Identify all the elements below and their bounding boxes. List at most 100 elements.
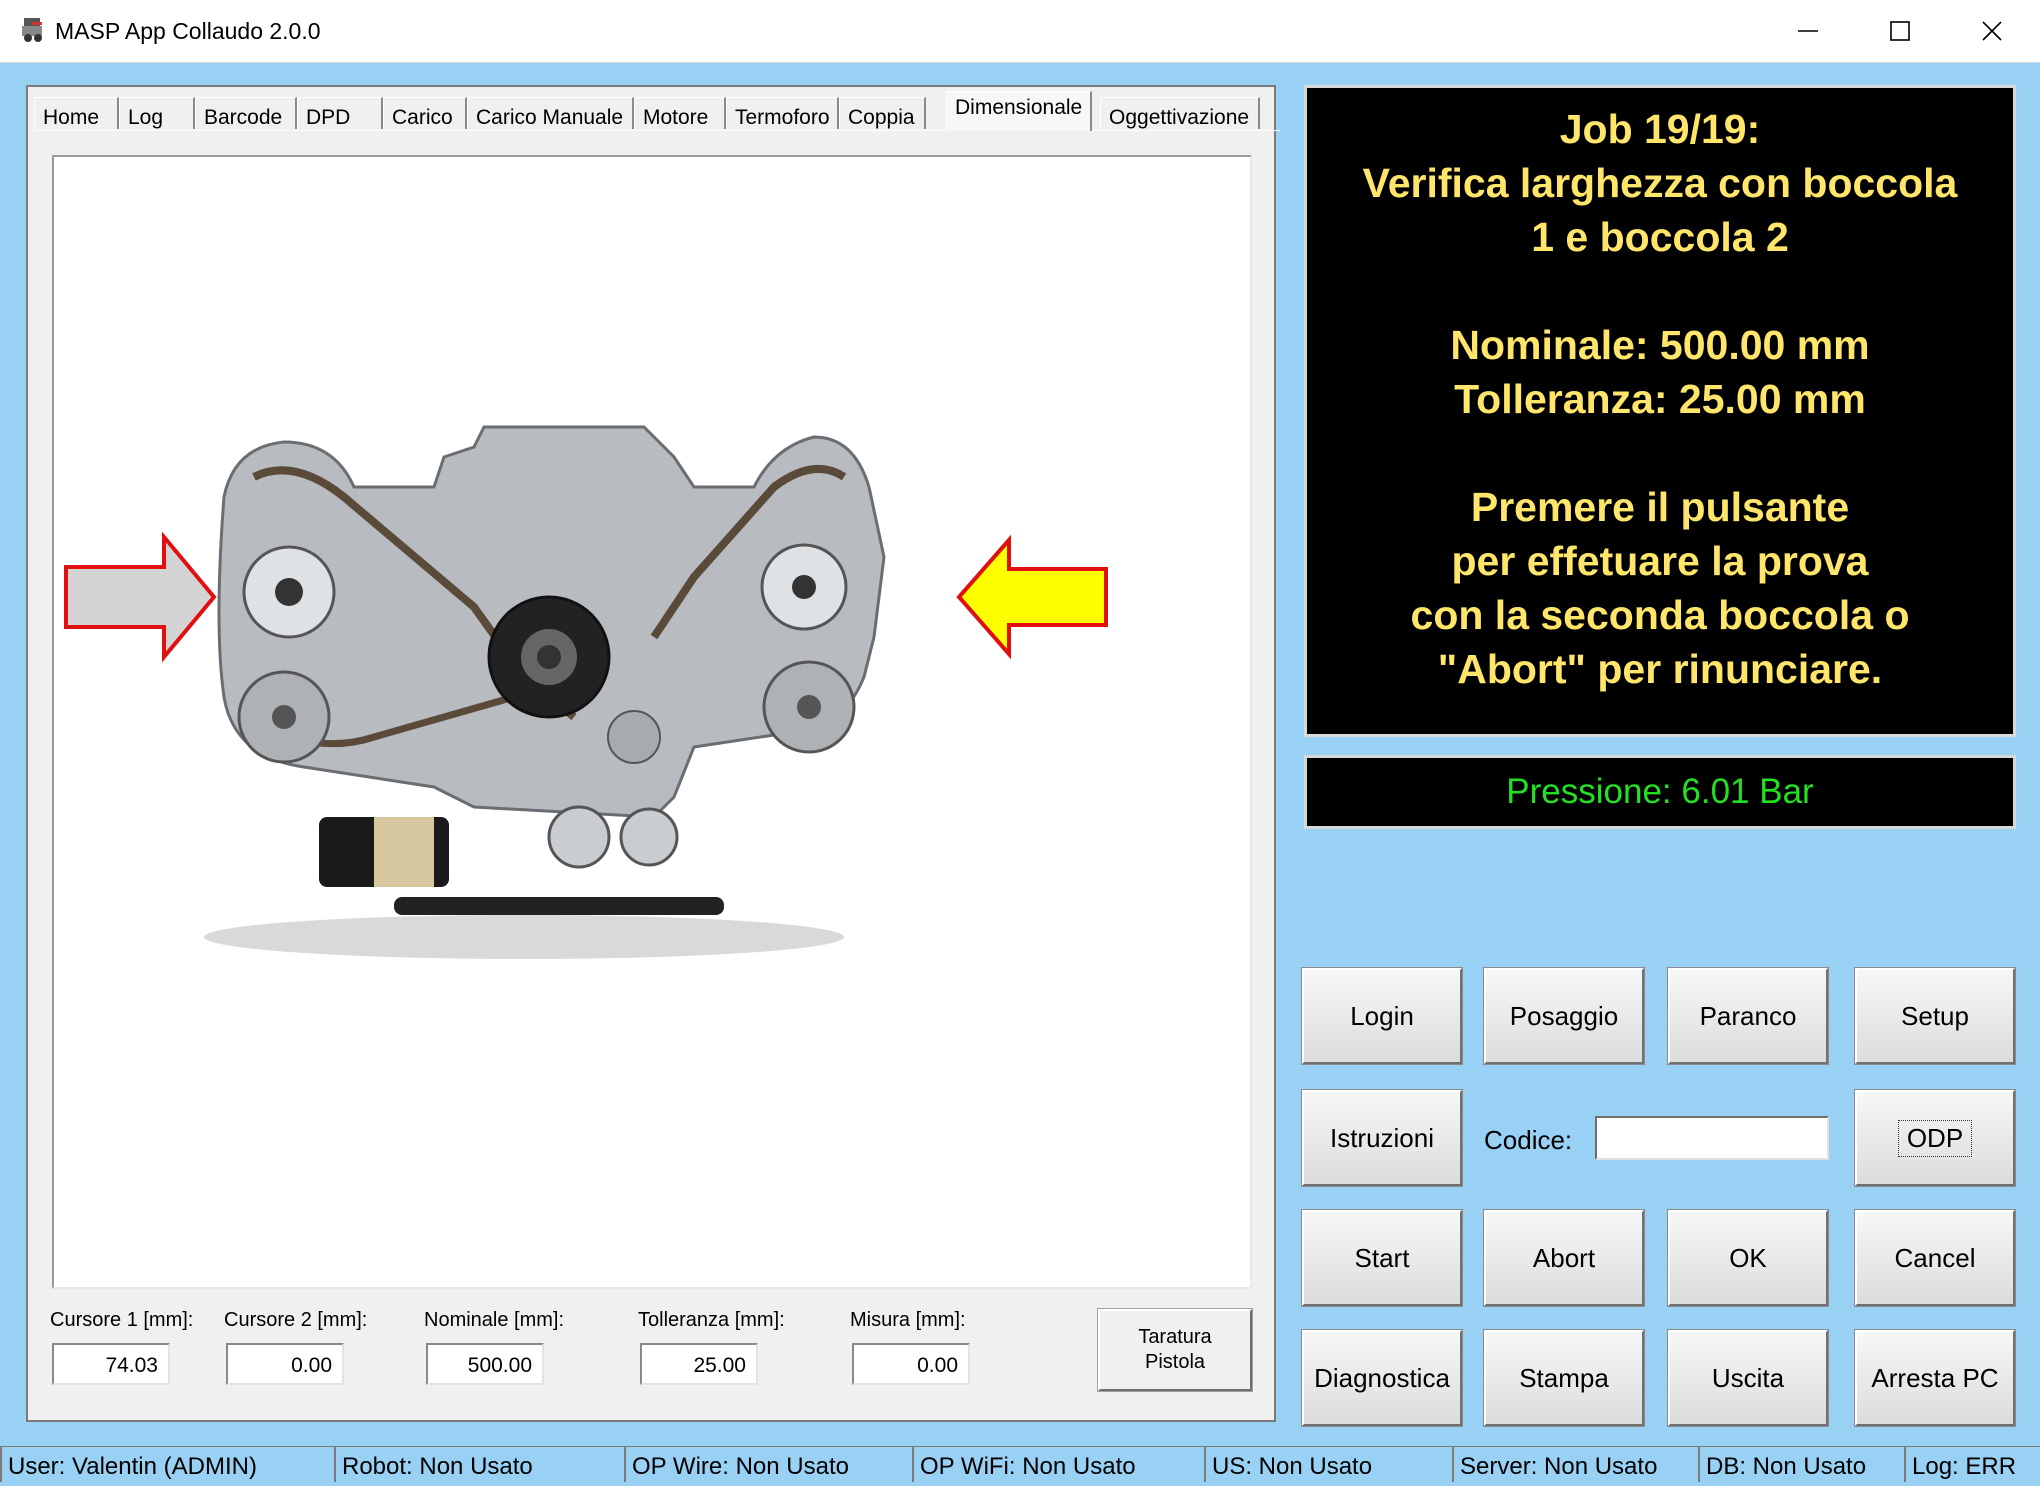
codice-label: Codice: xyxy=(1484,1125,1573,1155)
uscita-button[interactable]: Uscita xyxy=(1667,1329,1829,1427)
tolleranza-field[interactable]: 25.00 xyxy=(640,1343,758,1385)
cancel-button[interactable]: Cancel xyxy=(1854,1209,2016,1307)
tab-coppia[interactable]: Coppia xyxy=(839,97,926,129)
abort-button[interactable]: Abort xyxy=(1483,1209,1645,1307)
tab-oggettivazione[interactable]: Oggettivazione xyxy=(1100,97,1260,129)
job-line xyxy=(1307,264,2013,318)
tab-dimensionale[interactable]: Dimensionale xyxy=(946,91,1092,131)
job-line: 1 e boccola 2 xyxy=(1531,214,1789,260)
button-label: Istruzioni xyxy=(1329,1122,1435,1153)
taratura-line2: Pistola xyxy=(1144,1351,1206,1373)
status-op-wifi: OP WiFi: Non Usato xyxy=(912,1446,1204,1482)
minimize-icon xyxy=(1798,30,1818,32)
tab-label: Dimensionale xyxy=(955,96,1083,119)
tab-dpd[interactable]: DPD xyxy=(297,97,383,129)
taratura-line1: Taratura xyxy=(1138,1326,1212,1348)
button-label: Uscita xyxy=(1711,1362,1785,1393)
misura-label: Misura [mm]: xyxy=(850,1309,966,1331)
ok-button[interactable]: OK xyxy=(1667,1209,1829,1307)
tab-home[interactable]: Home xyxy=(34,97,119,129)
button-label: OK xyxy=(1729,1242,1767,1273)
job-line: Nominale: 500.00 mm xyxy=(1450,322,1870,368)
taratura-pistola-button[interactable]: Taratura Pistola xyxy=(1097,1308,1253,1392)
masp-app-icon xyxy=(22,18,42,42)
paranco-button[interactable]: Paranco xyxy=(1667,967,1829,1065)
tab-label: Carico Manuale xyxy=(476,106,624,129)
tab-log[interactable]: Log xyxy=(119,97,195,129)
tab-label: Termoforo xyxy=(735,106,830,129)
status-db: DB: Non Usato xyxy=(1698,1446,1904,1482)
status-user: User: Valentin (ADMIN) xyxy=(0,1446,334,1482)
window-title: MASP App Collaudo 2.0.0 xyxy=(55,18,321,44)
button-label: Start xyxy=(1354,1242,1410,1273)
status-log: Log: ERR xyxy=(1904,1446,2040,1482)
job-line xyxy=(1307,426,2013,480)
tab-strip: Home Log Barcode DPD Carico Carico Manua… xyxy=(34,91,1280,131)
job-line: con la seconda boccola o xyxy=(1410,592,1910,638)
button-label: Arresta PC xyxy=(1871,1362,1999,1393)
tab-label: Coppia xyxy=(848,106,915,129)
close-icon xyxy=(1982,21,2002,41)
status-us: US: Non Usato xyxy=(1204,1446,1452,1482)
button-label: Setup xyxy=(1901,1000,1969,1031)
odp-button[interactable]: ODP xyxy=(1854,1089,2016,1187)
tab-label: Motore xyxy=(643,106,709,129)
nominale-label: Nominale [mm]: xyxy=(424,1309,565,1331)
diagnostica-button[interactable]: Diagnostica xyxy=(1301,1329,1463,1427)
engine-image xyxy=(64,425,1108,959)
maximize-icon xyxy=(1890,21,1910,41)
tab-termoforo[interactable]: Termoforo xyxy=(726,97,839,129)
job-line: per effetuare la prova xyxy=(1451,538,1869,584)
job-message-display: Job 19/19: Verifica larghezza con boccol… xyxy=(1304,85,2016,737)
job-line: Tolleranza: 25.00 mm xyxy=(1454,376,1866,422)
stampa-button[interactable]: Stampa xyxy=(1483,1329,1645,1427)
tab-label: Oggettivazione xyxy=(1109,106,1250,129)
button-label: ODP xyxy=(1897,1119,1973,1157)
cursore2-field[interactable]: 0.00 xyxy=(226,1343,344,1385)
button-label: Posaggio xyxy=(1509,1000,1619,1031)
cursore1-label: Cursore 1 [mm]: xyxy=(50,1309,194,1331)
close-button[interactable] xyxy=(1946,0,2038,62)
tab-label: DPD xyxy=(306,106,351,129)
job-line: Premere il pulsante xyxy=(1470,484,1850,530)
tab-divider xyxy=(34,130,1280,131)
nominale-field[interactable]: 500.00 xyxy=(426,1343,544,1385)
job-line: Job 19/19: xyxy=(1559,106,1761,152)
istruzioni-button[interactable]: Istruzioni xyxy=(1301,1089,1463,1187)
engine-image-panel xyxy=(52,155,1252,1289)
cursore1-field[interactable]: 74.03 xyxy=(52,1343,170,1385)
tab-label: Barcode xyxy=(204,106,283,129)
cursore2-label: Cursore 2 [mm]: xyxy=(224,1309,368,1331)
tab-container: Home Log Barcode DPD Carico Carico Manua… xyxy=(26,85,1280,1422)
setup-button[interactable]: Setup xyxy=(1854,967,2016,1065)
tab-motore[interactable]: Motore xyxy=(634,97,726,129)
button-label: Abort xyxy=(1532,1242,1596,1273)
tab-label: Home xyxy=(43,106,100,129)
status-robot: Robot: Non Usato xyxy=(334,1446,624,1482)
tab-carico[interactable]: Carico xyxy=(383,97,467,129)
login-button[interactable]: Login xyxy=(1301,967,1463,1065)
tab-barcode[interactable]: Barcode xyxy=(195,97,297,129)
job-line: Verifica larghezza con boccola xyxy=(1362,160,1958,206)
title-bar: MASP App Collaudo 2.0.0 xyxy=(0,0,2040,63)
pressure-display: Pressione: 6.01 Bar xyxy=(1304,755,2016,829)
posaggio-button[interactable]: Posaggio xyxy=(1483,967,1645,1065)
arresta-pc-button[interactable]: Arresta PC xyxy=(1854,1329,2016,1427)
tolleranza-label: Tolleranza [mm]: xyxy=(638,1309,785,1331)
maximize-button[interactable] xyxy=(1854,0,1946,62)
button-label: Login xyxy=(1350,1000,1414,1031)
misura-field[interactable]: 0.00 xyxy=(852,1343,970,1385)
job-line: "Abort" per rinunciare. xyxy=(1437,646,1883,692)
button-label: Paranco xyxy=(1699,1000,1797,1031)
start-button[interactable]: Start xyxy=(1301,1209,1463,1307)
tab-carico-manuale[interactable]: Carico Manuale xyxy=(467,97,634,129)
button-label: Diagnostica xyxy=(1314,1362,1450,1393)
tab-label: Carico xyxy=(392,106,453,129)
status-op-wire: OP Wire: Non Usato xyxy=(624,1446,912,1482)
button-label: Cancel xyxy=(1894,1242,1976,1273)
tab-label: Log xyxy=(128,106,164,129)
button-label: Stampa xyxy=(1519,1362,1609,1393)
minimize-button[interactable] xyxy=(1762,0,1854,62)
codice-input[interactable] xyxy=(1595,1116,1829,1160)
status-bar: User: Valentin (ADMIN) Robot: Non Usato … xyxy=(0,1444,2040,1486)
